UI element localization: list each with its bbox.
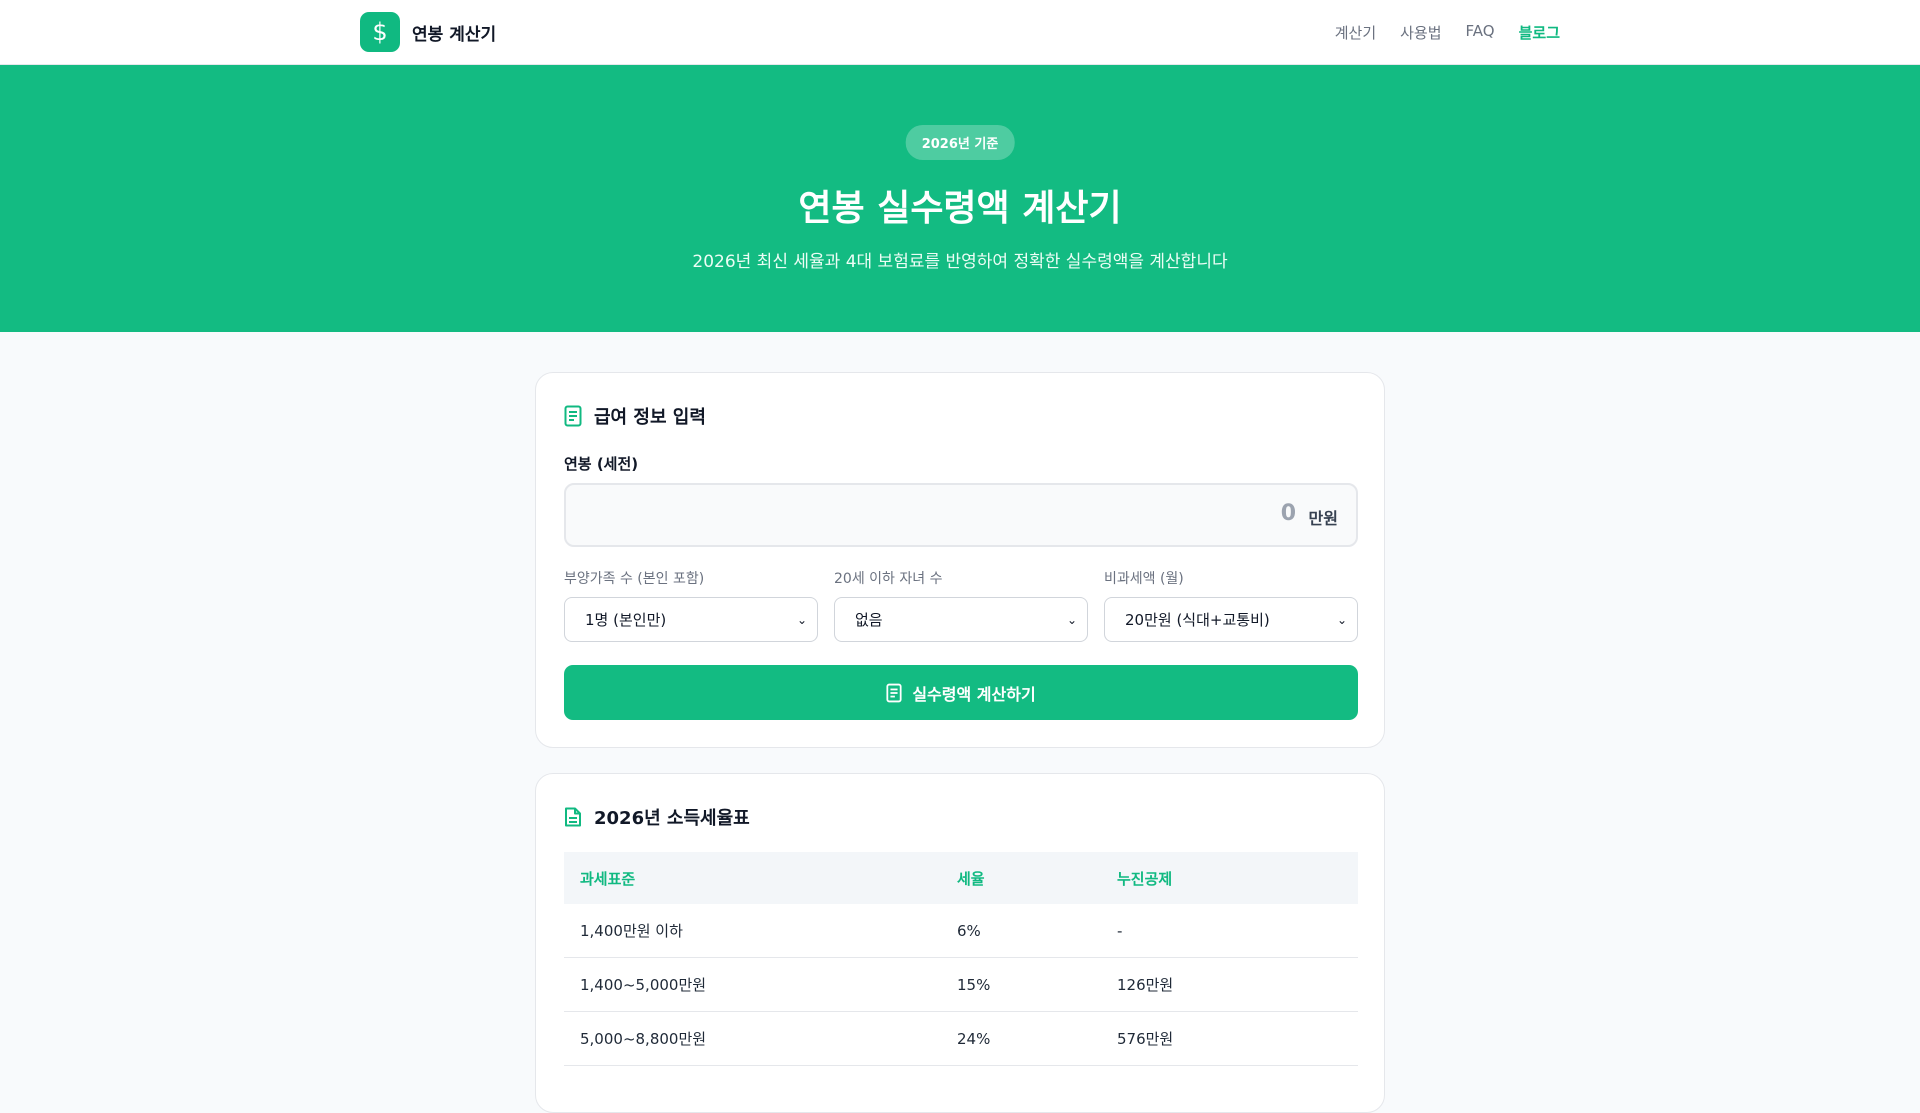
table-row: 5,000~8,800만원 24% 576만원	[564, 1011, 1358, 1066]
table-header-row: 과세표준 세율 누진공제	[564, 852, 1358, 904]
page-title: 연봉 실수령액 계산기	[798, 188, 1122, 229]
column-header: 과세표준	[564, 852, 941, 904]
salary-value: 0	[1280, 501, 1296, 526]
children-select[interactable]: 없음 ⌄	[834, 597, 1088, 642]
salary-input-card: 급여 정보 입력 연봉 (세전) 0 만원 부양가족 수 (본인 포함) 1명 …	[535, 372, 1385, 748]
calculate-button-label: 실수령액 계산하기	[912, 684, 1036, 704]
brand-name: 연봉 계산기	[412, 24, 497, 45]
dependents-group: 부양가족 수 (본인 포함) 1명 (본인만) ⌄	[564, 568, 818, 642]
hero-banner: 2026년 기준 연봉 실수령액 계산기 2026년 최신 세율과 4대 보험료…	[0, 65, 1920, 332]
column-header: 누진공제	[1101, 852, 1358, 904]
table-cell: 1,400~5,000만원	[564, 957, 941, 1012]
page-subtitle: 2026년 최신 세율과 4대 보험료를 반영하여 정확한 실수령액을 계산합니…	[692, 252, 1228, 272]
dependents-label: 부양가족 수 (본인 포함)	[564, 571, 705, 587]
dependents-value: 1명 (본인만)	[585, 611, 667, 629]
nav-link-usage[interactable]: 사용법	[1400, 22, 1441, 43]
file-text-icon	[565, 807, 581, 827]
table-cell: 15%	[941, 957, 1101, 1012]
chevron-down-icon: ⌄	[1336, 612, 1347, 627]
header-inner: $ 연봉 계산기 계산기 사용법 FAQ 블로그	[360, 0, 1560, 64]
nontax-label: 비과세액 (월)	[1104, 571, 1184, 587]
table-cell: 6%	[941, 904, 1101, 958]
dollar-sign-icon: $	[360, 12, 400, 52]
column-header: 세율	[941, 852, 1101, 904]
nontax-group: 비과세액 (월) 20만원 (식대+교통비) ⌄	[1104, 568, 1358, 642]
children-label: 20세 이하 자녀 수	[834, 571, 943, 587]
nav-link-faq[interactable]: FAQ	[1466, 22, 1495, 43]
table-cell: -	[1101, 904, 1358, 958]
salary-input[interactable]: 0 만원	[564, 483, 1358, 547]
table-row: 1,400~5,000만원 15% 126만원	[564, 957, 1358, 1012]
document-icon	[886, 683, 902, 702]
form-card-title: 급여 정보 입력	[564, 403, 706, 429]
table-row: 1,400만원 이하 6% -	[564, 904, 1358, 958]
table-cell: 126만원	[1101, 957, 1358, 1012]
nontax-select[interactable]: 20만원 (식대+교통비) ⌄	[1104, 597, 1358, 642]
table-cell: 576만원	[1101, 1011, 1358, 1066]
tax-rate-table: 과세표준 세율 누진공제 1,400만원 이하 6% - 1,400~5,000…	[564, 852, 1358, 1066]
salary-unit: 만원	[1308, 509, 1338, 528]
table-cell: 5,000~8,800만원	[564, 1011, 941, 1066]
children-value: 없음	[855, 611, 883, 629]
nav-link-calculator[interactable]: 계산기	[1335, 22, 1376, 43]
form-title-text: 급여 정보 입력	[594, 407, 706, 428]
tax-table-title: 2026년 소득세율표	[564, 804, 750, 830]
year-badge: 2026년 기준	[905, 125, 1015, 160]
brand[interactable]: $ 연봉 계산기	[360, 12, 496, 52]
top-header: $ 연봉 계산기 계산기 사용법 FAQ 블로그	[0, 0, 1920, 65]
document-icon	[564, 405, 582, 427]
nav-link-blog[interactable]: 블로그	[1519, 22, 1560, 43]
chevron-down-icon: ⌄	[796, 612, 807, 627]
main-nav: 계산기 사용법 FAQ 블로그	[1335, 22, 1560, 43]
calculate-button[interactable]: 실수령액 계산하기	[564, 665, 1358, 720]
chevron-down-icon: ⌄	[1066, 612, 1077, 627]
nontax-value: 20만원 (식대+교통비)	[1125, 611, 1270, 629]
salary-label: 연봉 (세전)	[564, 455, 639, 473]
tax-table-card: 2026년 소득세율표 과세표준 세율 누진공제 1,400만원 이하 6% -…	[535, 773, 1385, 1113]
tax-table-title-text: 2026년 소득세율표	[594, 808, 750, 829]
table-cell: 24%	[941, 1011, 1101, 1066]
children-group: 20세 이하 자녀 수 없음 ⌄	[834, 568, 1088, 642]
table-cell: 1,400만원 이하	[564, 904, 941, 958]
dependents-select[interactable]: 1명 (본인만) ⌄	[564, 597, 818, 642]
